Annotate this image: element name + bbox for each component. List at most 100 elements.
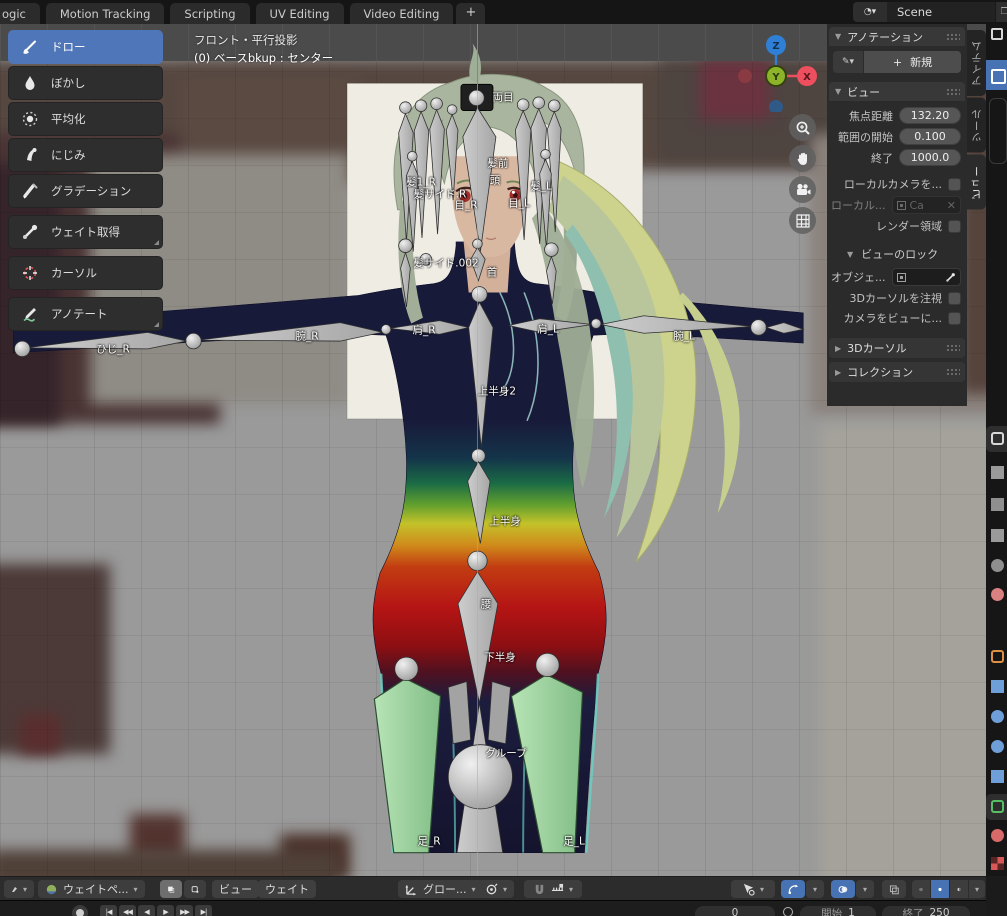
annotation-stroke-dropdown[interactable]: ✎▾ — [833, 51, 863, 73]
navigation-gizmo[interactable]: Z X Y — [737, 30, 819, 112]
properties-tab-icon — [991, 800, 1004, 813]
show-gizmo-dropdown[interactable] — [806, 880, 824, 898]
add-workspace-button[interactable]: + — [456, 3, 486, 24]
workspace-tab[interactable]: Scripting — [170, 3, 250, 24]
auto-key-button[interactable] — [72, 905, 88, 916]
mode-dropdown[interactable]: ウェイトペ... — [38, 880, 145, 898]
local-camera-field-label: ローカル... — [831, 199, 886, 212]
panel-grip[interactable] — [946, 368, 960, 376]
properties-tab[interactable] — [986, 704, 1007, 730]
transform-orientation-dropdown[interactable]: グロー... — [398, 880, 483, 898]
scene-selector: ◔▾ Scene ❐ — [853, 2, 1007, 22]
lock-object-field[interactable] — [891, 268, 961, 286]
viewport-info-text: フロント・平行投影 (0) ベースbkup : センター — [194, 31, 333, 67]
sidebar-tab[interactable]: ツール — [967, 98, 986, 153]
playback-button[interactable]: |◀ — [100, 905, 117, 916]
properties-tab[interactable] — [986, 492, 1007, 518]
tool-button[interactable]: ウェイト取得 — [8, 215, 163, 249]
properties-tab[interactable] — [986, 523, 1007, 549]
sidebar-tab[interactable]: ビュー — [967, 154, 986, 209]
show-overlays-toggle[interactable] — [831, 880, 855, 898]
collapsed-panel-title: コレクション — [847, 366, 914, 379]
playback-button[interactable]: ◀◀ — [119, 905, 136, 916]
playback-button[interactable]: ▶| — [195, 905, 212, 916]
properties-tab[interactable] — [986, 553, 1007, 579]
shading-rendered-button[interactable] — [969, 880, 985, 898]
shading-material-button[interactable] — [950, 880, 968, 898]
camera-to-view-checkbox[interactable] — [948, 311, 961, 325]
weight-menu[interactable]: ウェイト — [258, 880, 316, 898]
tool-button[interactable]: ドロー — [8, 30, 163, 64]
pan-hand-button[interactable] — [789, 145, 816, 172]
zoom-button[interactable] — [789, 114, 816, 141]
panel-grip[interactable] — [946, 33, 960, 41]
shading-solid-button[interactable] — [931, 880, 949, 898]
properties-tab[interactable] — [986, 823, 1007, 849]
tool-button[interactable]: ぼかし — [8, 66, 163, 100]
properties-tab[interactable] — [986, 426, 1007, 452]
tool-button[interactable]: にじみ — [8, 138, 163, 172]
workspace-tab[interactable]: Motion Tracking — [45, 3, 165, 24]
editor-type-button[interactable] — [4, 880, 34, 898]
view-menu[interactable]: ビュー — [212, 880, 259, 898]
properties-tab[interactable] — [986, 794, 1007, 820]
3d-viewport[interactable]: 両目 髪前頭髪1_R 髪サイド.R 目_R 目_L 髪_L 髪サイド.002 首肩_R 肩_L 腕… — [0, 24, 986, 876]
frame-end-field[interactable]: 終了 250 — [882, 906, 970, 916]
playback-button[interactable]: ▶▶ — [176, 905, 193, 916]
properties-tab[interactable] — [986, 734, 1007, 760]
properties-tab[interactable] — [986, 764, 1007, 790]
sidebar-tab[interactable]: アイテム — [967, 30, 986, 96]
view-lock-subheader[interactable]: ビューのロック — [861, 246, 938, 262]
vertex-mask-toggle[interactable] — [184, 880, 206, 898]
show-overlays-dropdown[interactable] — [856, 880, 874, 898]
annotation-panel-header[interactable]: ▼ アノテーション — [829, 27, 965, 46]
number-field[interactable]: 132.20 — [899, 107, 961, 124]
editor-type-icon[interactable] — [991, 28, 1003, 40]
new-scene-icon[interactable]: ❐ — [995, 2, 1007, 22]
properties-active-tab[interactable] — [986, 60, 1007, 90]
lock-3d-cursor-checkbox[interactable] — [948, 291, 961, 305]
workspace-tab[interactable]: UV Editing — [255, 3, 344, 24]
scene-name[interactable]: Scene — [887, 2, 995, 22]
view-panel-header[interactable]: ▼ ビュー — [829, 82, 965, 101]
local-camera-checkbox[interactable] — [948, 177, 961, 191]
camera-view-button[interactable] — [789, 176, 816, 203]
properties-tab[interactable] — [986, 851, 1007, 877]
panel-grip[interactable] — [946, 344, 960, 352]
number-field[interactable]: 0.100 — [899, 128, 961, 145]
pivot-point-dropdown[interactable] — [478, 880, 514, 898]
scene-icon[interactable]: ◔▾ — [853, 2, 887, 22]
properties-tab[interactable] — [986, 674, 1007, 700]
tool-button[interactable]: 平均化 — [8, 102, 163, 136]
toggle-xray-button[interactable] — [882, 880, 906, 898]
annotation-new-button[interactable]: + 新規 — [864, 51, 961, 73]
properties-tab[interactable] — [986, 582, 1007, 608]
frame-start-field[interactable]: 開始 1 — [800, 906, 876, 916]
local-camera-object-field[interactable]: Ca ✕ — [891, 196, 961, 214]
clear-icon[interactable]: ✕ — [947, 199, 956, 212]
tool-button[interactable]: カーソル — [8, 256, 163, 290]
properties-tab[interactable] — [986, 460, 1007, 486]
properties-tab[interactable] — [986, 644, 1007, 670]
axis-neg-z[interactable] — [769, 100, 783, 112]
playback-button[interactable]: ▶ — [157, 905, 174, 916]
playback-button[interactable]: ◀ — [138, 905, 155, 916]
axis-neg-x[interactable] — [738, 69, 752, 83]
shading-wireframe-button[interactable] — [912, 880, 930, 898]
current-frame-field[interactable]: 0 — [695, 906, 775, 916]
tool-button[interactable]: アノテート — [8, 297, 163, 331]
object-type-visibility-dropdown[interactable] — [731, 880, 775, 898]
eyedropper-icon[interactable] — [945, 272, 956, 283]
collapsed-panel-header[interactable]: ▶ コレクション — [829, 362, 965, 382]
show-gizmo-toggle[interactable] — [781, 880, 805, 898]
snapping-controls[interactable] — [524, 880, 582, 898]
tool-button[interactable]: グラデーション — [8, 174, 163, 208]
collapsed-panel-header[interactable]: ▶ 3Dカーソル — [829, 338, 965, 358]
workspace-tab[interactable]: Video Editing — [349, 3, 454, 24]
ortho-grid-button[interactable] — [789, 207, 816, 234]
face-mask-toggle[interactable] — [160, 880, 182, 898]
render-region-checkbox[interactable] — [948, 219, 961, 233]
workspace-tab[interactable]: ogic — [0, 3, 40, 24]
panel-grip[interactable] — [946, 88, 960, 96]
number-field[interactable]: 1000.0 — [899, 149, 961, 166]
